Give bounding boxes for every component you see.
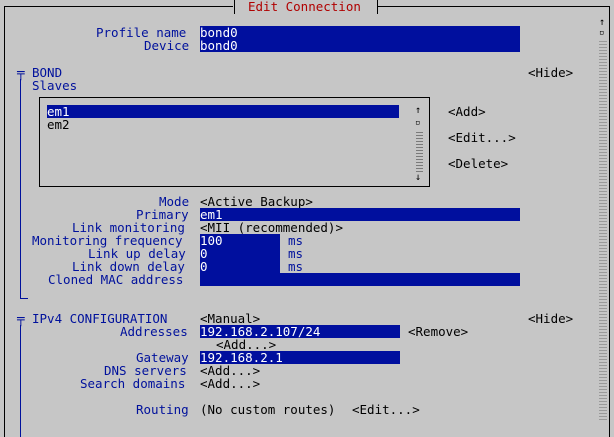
mode-select[interactable]: <Active Backup>	[200, 195, 313, 208]
bond-section-end	[20, 298, 28, 299]
addresses-label: Addresses	[120, 324, 188, 339]
ipv4-section-line	[20, 325, 21, 437]
cloned-mac-input[interactable]	[200, 273, 520, 286]
list-scroll-up-icon[interactable]: ↑	[415, 104, 421, 117]
ipv4-hide-button[interactable]: <Hide>	[528, 312, 573, 325]
frame-left	[4, 6, 5, 437]
frame-top-right	[378, 6, 610, 7]
window-title: Edit Connection	[248, 0, 361, 14]
link-down-delay-unit: ms	[288, 259, 304, 274]
device-label: Device	[144, 38, 190, 53]
list-scroll-down-icon[interactable]: ↓	[415, 171, 421, 184]
link-monitoring-select[interactable]: <MII (recommended)>	[200, 221, 343, 234]
frame-right	[609, 6, 610, 437]
frame-top-left	[4, 6, 233, 7]
cloned-mac-label: Cloned MAC address	[48, 272, 184, 287]
slave-delete-button[interactable]: <Delete>	[448, 157, 508, 170]
link-down-delay-input[interactable]: 0	[200, 260, 280, 273]
bond-collapse-icon[interactable]: ╤	[17, 66, 25, 79]
list-scroll-track[interactable]	[416, 130, 423, 172]
slave-edit-button[interactable]: <Edit...>	[448, 131, 516, 144]
title-sep-right	[377, 0, 378, 14]
ipv4-collapse-icon[interactable]: ╤	[17, 312, 25, 325]
slave-item-em2[interactable]: em2	[47, 118, 70, 131]
slave-add-button[interactable]: <Add>	[448, 105, 486, 118]
list-scroll-thumb[interactable]: ▫	[415, 117, 420, 130]
title-sep-left	[234, 0, 235, 14]
device-input[interactable]: bond0	[200, 39, 520, 52]
routing-label: Routing	[136, 402, 189, 417]
address-add-button[interactable]: <Add...>	[216, 338, 276, 351]
bond-section-line	[20, 79, 21, 299]
routing-edit-button[interactable]: <Edit...>	[352, 403, 420, 416]
slaves-label: Slaves	[32, 78, 78, 93]
tui-screen: Edit Connection ↑ ▫ Profile name bond0 D…	[0, 0, 614, 437]
address-remove-button[interactable]: <Remove>	[408, 325, 468, 338]
bond-hide-button[interactable]: <Hide>	[528, 66, 573, 79]
routing-value: (No custom routes)	[200, 402, 336, 417]
search-domains-label: Search domains	[80, 376, 186, 391]
scroll-thumb[interactable]: ▫	[599, 27, 604, 40]
monitoring-frequency-input[interactable]: 100	[200, 234, 280, 247]
scroll-track[interactable]	[599, 40, 607, 420]
search-add-button[interactable]: <Add...>	[200, 377, 260, 390]
profile-name-input[interactable]: bond0	[200, 26, 520, 39]
slave-item-em1[interactable]: em1	[47, 105, 399, 118]
link-up-delay-input[interactable]: 0	[200, 247, 280, 260]
ipv4-method-select[interactable]: <Manual>	[200, 312, 260, 325]
